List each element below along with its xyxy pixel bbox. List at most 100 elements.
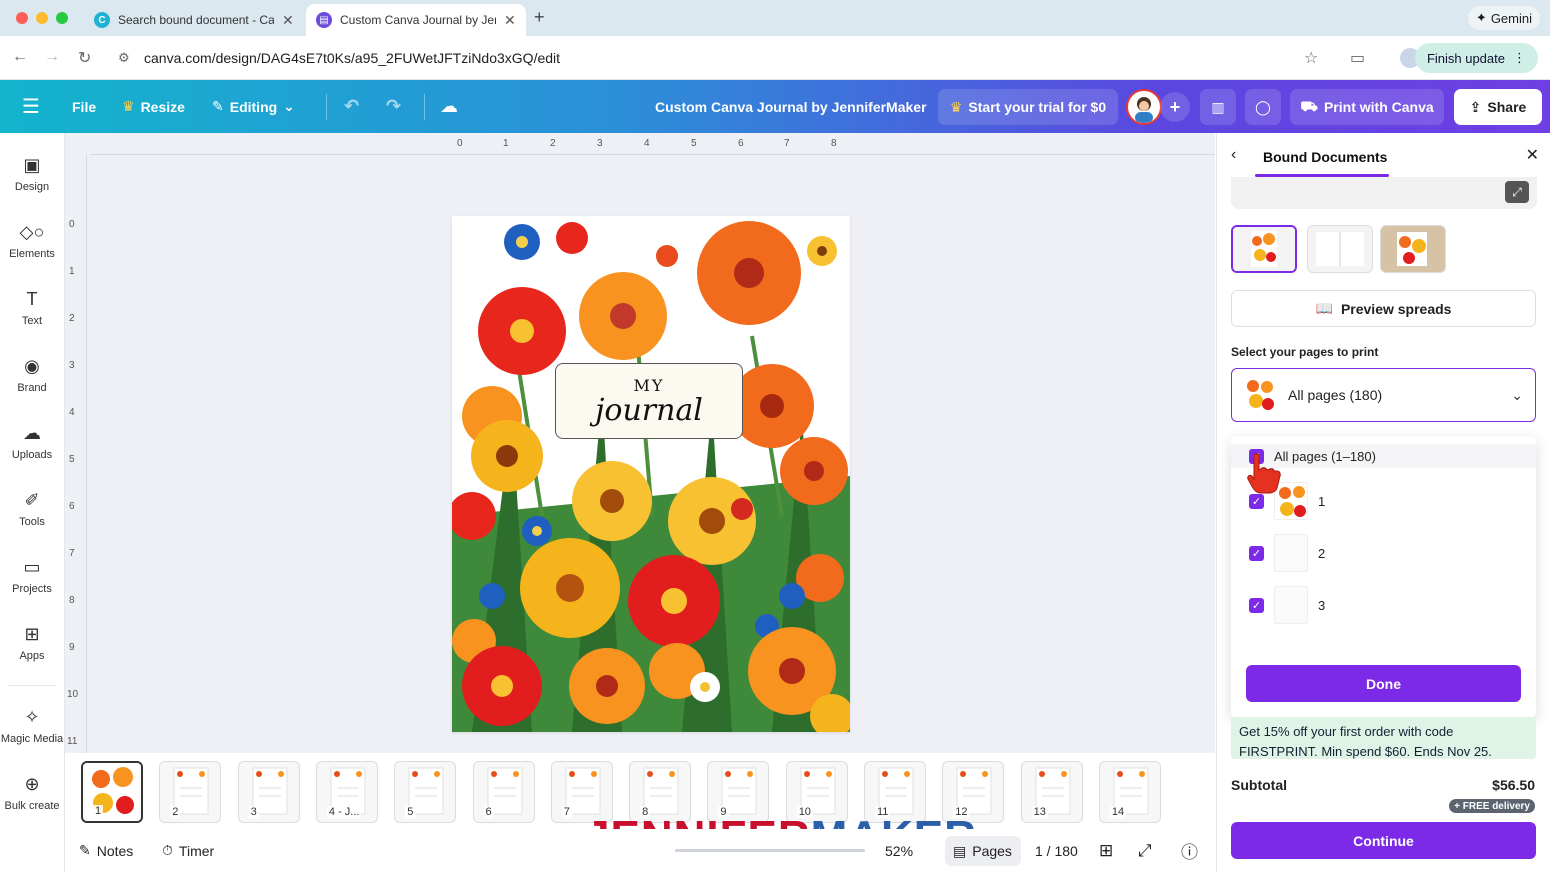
done-button[interactable]: Done bbox=[1246, 665, 1521, 702]
page-option-label: 2 bbox=[1318, 545, 1326, 561]
gemini-button[interactable]: ✦ Gemini bbox=[1467, 6, 1540, 30]
editing-mode-dropdown[interactable]: ✎ Editing ⌄ bbox=[212, 80, 295, 133]
forward-arrow-icon[interactable]: → bbox=[44, 48, 60, 66]
zoom-slider[interactable] bbox=[675, 849, 865, 852]
page-thumbnail[interactable]: 6 bbox=[472, 761, 535, 823]
reload-icon[interactable]: ↻ bbox=[78, 48, 91, 68]
document-title[interactable]: Custom Canva Journal by JenniferMaker bbox=[655, 80, 927, 133]
grid-view-icon[interactable]: ⊞ bbox=[1099, 829, 1113, 872]
option-page-3[interactable]: ✓ 3 bbox=[1231, 584, 1536, 626]
zoom-level[interactable]: 52% bbox=[885, 829, 913, 872]
site-settings-icon[interactable]: ⚙ bbox=[118, 50, 130, 66]
sidebar-item-tools[interactable]: ✐ Tools bbox=[0, 490, 64, 528]
checkbox-checked-icon[interactable]: ✓ bbox=[1249, 493, 1264, 509]
page-thumbnail-number: 6 bbox=[483, 806, 494, 818]
sidebar-item-text[interactable]: T Text bbox=[0, 289, 64, 327]
expand-icon[interactable]: ⤢ bbox=[1505, 181, 1529, 203]
close-window-button[interactable] bbox=[16, 12, 28, 24]
print-label: Print with Canva bbox=[1323, 99, 1434, 115]
comments-icon[interactable]: ◯ bbox=[1245, 89, 1281, 125]
cast-icon[interactable]: ▭ bbox=[1350, 48, 1365, 68]
insights-chart-icon[interactable]: ▥ bbox=[1200, 89, 1236, 125]
page-thumbnail[interactable]: 4 - J... bbox=[315, 761, 378, 823]
close-tab-icon[interactable]: ✕ bbox=[282, 12, 294, 29]
minimize-window-button[interactable] bbox=[36, 12, 48, 24]
sidebar-item-label: Tools bbox=[19, 516, 45, 528]
cover-thumbnail bbox=[1233, 227, 1295, 271]
option-page-2[interactable]: ✓ 2 bbox=[1231, 532, 1536, 574]
sidebar-item-magic-media[interactable]: ✧ Magic Media bbox=[0, 707, 64, 745]
browser-tab-journal[interactable]: ▤ Custom Canva Journal by Jer ✕ bbox=[306, 4, 526, 36]
preview-spreads-button[interactable]: 📖 Preview spreads bbox=[1231, 290, 1536, 327]
help-icon[interactable]: ⓘ bbox=[1181, 829, 1198, 872]
back-arrow-icon[interactable]: ← bbox=[12, 48, 28, 66]
cloud-saved-icon[interactable]: ☁ bbox=[440, 80, 458, 133]
pointer-hand-icon bbox=[1247, 453, 1281, 494]
checkbox-checked-icon[interactable]: ✓ bbox=[1249, 545, 1264, 561]
pages-button[interactable]: ▤ Pages bbox=[945, 836, 1021, 866]
sidebar-item-brand[interactable]: ◉ Brand bbox=[0, 356, 64, 394]
maximize-window-button[interactable] bbox=[56, 12, 68, 24]
page-3-thumb bbox=[1274, 586, 1308, 624]
continue-button[interactable]: Continue bbox=[1231, 822, 1536, 859]
fullscreen-icon[interactable]: ⤢ bbox=[1138, 829, 1152, 872]
panel-title: Bound Documents bbox=[1263, 149, 1388, 165]
subtotal-label: Subtotal bbox=[1231, 777, 1287, 793]
preview-thumb-cover[interactable] bbox=[1231, 225, 1297, 273]
journal-cover-page[interactable]: MY journal bbox=[452, 216, 850, 732]
thumbnail-art bbox=[252, 767, 288, 815]
product-preview: ⤢ bbox=[1231, 177, 1537, 209]
page-thumbnail[interactable]: 14 bbox=[1098, 761, 1161, 823]
resize-button[interactable]: ♛ Resize bbox=[122, 80, 185, 133]
page-thumbnail[interactable]: 13 bbox=[1020, 761, 1083, 823]
sidebar-item-design[interactable]: ▣ Design bbox=[0, 155, 64, 193]
canva-icon: C bbox=[94, 12, 110, 28]
tools-icon: ✐ bbox=[24, 490, 40, 510]
preview-thumb-spread[interactable] bbox=[1307, 225, 1373, 273]
new-tab-icon[interactable]: + bbox=[534, 7, 545, 28]
bookmark-star-icon[interactable]: ☆ bbox=[1304, 48, 1318, 68]
continue-label: Continue bbox=[1353, 832, 1414, 849]
close-tab-icon[interactable]: ✕ bbox=[504, 12, 516, 29]
page-thumbnail[interactable]: 2 bbox=[159, 761, 222, 823]
print-with-canva-button[interactable]: ⛟ Print with Canva bbox=[1290, 89, 1444, 125]
sidebar-item-uploads[interactable]: ☁ Uploads bbox=[0, 423, 64, 461]
url-field[interactable]: canva.com/design/DAG4sE7t0Ks/a95_2FUWetJ… bbox=[144, 50, 560, 66]
dropdown-thumb bbox=[1244, 377, 1276, 413]
page-range-select[interactable]: All pages (180) ⌄ bbox=[1231, 368, 1536, 422]
undo-icon[interactable]: ↶ bbox=[344, 80, 359, 133]
sidebar-item-elements[interactable]: ◇○ Elements bbox=[0, 222, 64, 260]
page-thumbnail[interactable]: 1 bbox=[81, 761, 143, 823]
add-collaborator-icon[interactable]: + bbox=[1160, 92, 1190, 122]
file-menu[interactable]: File bbox=[72, 80, 96, 133]
sidebar-item-bulk-create[interactable]: ⊕ Bulk create bbox=[0, 774, 64, 812]
page-thumbnail[interactable]: 3 bbox=[237, 761, 300, 823]
browser-tab-search[interactable]: C Search bound document - Ca ✕ bbox=[84, 4, 304, 36]
timer-icon: ⏱ bbox=[162, 842, 173, 858]
page-2-thumb bbox=[1274, 534, 1308, 572]
sidebar-item-apps[interactable]: ⊞ Apps bbox=[0, 624, 64, 662]
bulk-create-icon: ⊕ bbox=[24, 774, 40, 794]
ruler-tick-label: 5 bbox=[69, 454, 75, 465]
address-bar: ← → ↻ ⚙ canva.com/design/DAG4sE7t0Ks/a95… bbox=[0, 36, 1550, 80]
ruler-tick-label: 3 bbox=[69, 360, 75, 371]
avatar[interactable] bbox=[1126, 89, 1162, 125]
apps-icon: ⊞ bbox=[24, 624, 40, 644]
notes-button[interactable]: ✎ Notes bbox=[79, 829, 133, 872]
finish-update-button[interactable]: Finish update ⋮ bbox=[1414, 43, 1538, 73]
redo-icon[interactable]: ↷ bbox=[386, 80, 401, 133]
start-trial-button[interactable]: ♛ Start your trial for $0 bbox=[938, 89, 1118, 125]
checkbox-checked-icon[interactable]: ✓ bbox=[1249, 597, 1264, 613]
hamburger-menu-icon[interactable]: ☰ bbox=[22, 80, 40, 133]
journal-title-label[interactable]: MY journal bbox=[555, 363, 743, 439]
avatar-image bbox=[1135, 97, 1153, 123]
chevron-down-icon: ⌄ bbox=[1511, 386, 1523, 403]
page-thumbnail[interactable]: 5 bbox=[394, 761, 457, 823]
timer-button[interactable]: ⏱ Timer bbox=[162, 829, 214, 872]
back-chevron-icon[interactable]: ‹ bbox=[1231, 146, 1236, 164]
sidebar-item-projects[interactable]: ▭ Projects bbox=[0, 557, 64, 595]
text-icon: T bbox=[26, 289, 38, 309]
close-panel-icon[interactable]: ✕ bbox=[1526, 145, 1539, 165]
preview-thumb-lifestyle[interactable] bbox=[1380, 225, 1446, 273]
share-button[interactable]: ⇪ Share bbox=[1454, 89, 1542, 125]
